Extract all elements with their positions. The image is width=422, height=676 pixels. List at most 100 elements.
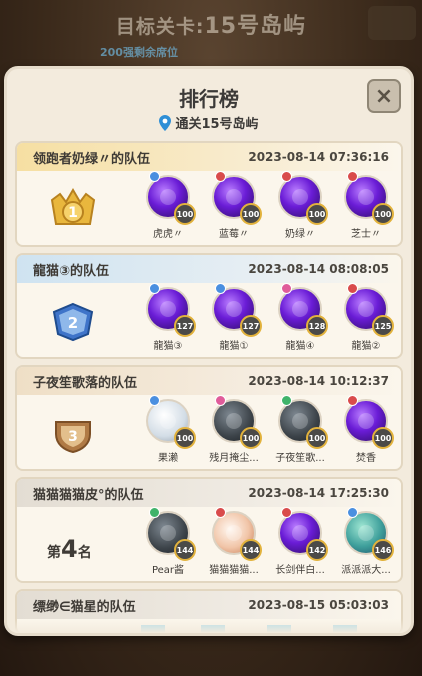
element-icon	[281, 395, 292, 406]
element-icon	[149, 395, 160, 406]
pet-name: 派派派大...	[341, 565, 391, 576]
level-badge: 127	[240, 315, 262, 337]
clear-time: 2023-08-14 07:36:16	[248, 150, 389, 164]
rank-3-bronze-badge-icon: 3	[45, 409, 101, 457]
leaderboard-dialog: 排行榜 通关15号岛屿 × 领跑者奶绿〃的队伍 2023-08-14 07:36…	[4, 66, 414, 636]
pet-slot[interactable]: 100 奶绿〃	[267, 171, 333, 240]
rank-1-gold-badge-icon: 1	[45, 185, 101, 233]
element-icon	[149, 507, 160, 518]
pet-slot[interactable]: 100 焚香	[333, 395, 399, 464]
element-icon	[281, 171, 292, 182]
pet-name: 龍猫④	[285, 341, 315, 352]
pet-name: 芝士〃	[351, 229, 381, 240]
dialog-title: 排行榜	[179, 87, 239, 111]
dialog-subtitle: 通关15号岛屿	[7, 113, 411, 132]
dialog-header: 排行榜 通关15号岛屿 ×	[7, 69, 411, 141]
clear-time: 2023-08-14 08:08:05	[248, 262, 389, 276]
team-card-rank-4[interactable]: 猫猫猫猫皮°的队伍 2023-08-14 17:25:30 第4名 144 Pe…	[15, 477, 403, 583]
team-card-header: 缥缈∈猫星的队伍 2023-08-15 05:03:03	[17, 591, 401, 619]
pet-slot[interactable]: 144 猫猫猫猫...	[201, 507, 267, 576]
close-icon: ×	[374, 83, 394, 109]
element-icon	[149, 171, 160, 182]
pet-slot[interactable]: 125 龍猫②	[333, 283, 399, 352]
rank-number: 1	[68, 205, 78, 221]
pet-name: 子夜笙歌...	[275, 453, 325, 464]
level-badge: 128	[306, 315, 328, 337]
level-badge: 100	[306, 427, 328, 449]
rank-suffix: 名	[77, 545, 92, 561]
pet-lineup: 127 龍猫③ 127 龍猫① 128 龍猫④ 125 龍猫②	[135, 283, 399, 352]
level-badge: 100	[240, 203, 262, 225]
level-badge: 127	[174, 315, 196, 337]
pet-slot[interactable]: 146 派派派大...	[333, 507, 399, 576]
pet-slot[interactable]: 127 龍猫③	[135, 283, 201, 352]
pet-slot[interactable]: 128 龍猫④	[267, 283, 333, 352]
target-label: 目标关卡:	[115, 16, 205, 38]
level-badge: 100	[240, 427, 262, 449]
pet-slot[interactable]: 100 子夜笙歌...	[267, 395, 333, 464]
pet-name: 龍猫①	[219, 341, 249, 352]
team-card-header: 龍猫③的队伍 2023-08-14 08:08:05	[17, 255, 401, 283]
pet-slot[interactable]: 100 虎虎〃	[135, 171, 201, 240]
clear-time: 2023-08-15 05:03:03	[248, 598, 389, 612]
team-name: 龍猫③的队伍	[33, 263, 110, 279]
level-badge: 100	[372, 203, 394, 225]
element-icon	[347, 283, 358, 294]
element-icon	[215, 171, 226, 182]
rank-prefix: 第	[47, 545, 61, 561]
rank-number: 3	[68, 429, 78, 445]
pet-name: Pear酱	[151, 565, 185, 576]
element-icon	[281, 507, 292, 518]
element-icon	[347, 171, 358, 182]
clear-time: 2023-08-14 17:25:30	[248, 486, 389, 500]
pet-lineup: 100 果濑 100 残月掩尘... 100 子夜笙歌... 100 焚香	[135, 395, 399, 464]
pet-name: 龍猫③	[153, 341, 183, 352]
element-icon	[215, 395, 226, 406]
background-target-title: 目标关卡:15号岛屿	[0, 8, 422, 40]
pet-slot[interactable]: 100 残月掩尘...	[201, 395, 267, 464]
pet-slot[interactable]: 142 长剑伴白...	[267, 507, 333, 576]
pet-name: 果濑	[158, 453, 178, 464]
rank-2-silver-badge-icon: 2	[45, 297, 101, 345]
pet-name: 残月掩尘...	[209, 453, 259, 464]
level-badge: 146	[372, 539, 394, 561]
rank-number: 2	[68, 314, 78, 332]
leaderboard-list[interactable]: 领跑者奶绿〃的队伍 2023-08-14 07:36:16 1 100 虎虎〃	[15, 141, 403, 633]
team-card-header: 领跑者奶绿〃的队伍 2023-08-14 07:36:16	[17, 143, 401, 171]
rank-number: 4	[61, 535, 78, 563]
pet-slot[interactable]: 127 龍猫①	[201, 283, 267, 352]
subtitle-text: 通关15号岛屿	[175, 117, 259, 132]
element-icon	[347, 395, 358, 406]
corner-widget	[368, 6, 416, 40]
level-badge: 100	[372, 427, 394, 449]
pet-slot[interactable]: 100 蓝莓〃	[201, 171, 267, 240]
pet-name: 焚香	[356, 453, 376, 464]
team-name: 缥缈∈猫星的队伍	[33, 599, 136, 615]
element-icon	[347, 507, 358, 518]
level-badge: 125	[372, 315, 394, 337]
pet-lineup: 144 Pear酱 144 猫猫猫猫... 142 长剑伴白... 146 派派…	[135, 507, 399, 576]
pet-slot[interactable]: 100 芝士〃	[333, 171, 399, 240]
team-card-rank-2[interactable]: 龍猫③的队伍 2023-08-14 08:08:05 2 127 龍猫③ 127…	[15, 253, 403, 359]
close-button[interactable]: ×	[367, 79, 401, 113]
team-card-header: 猫猫猫猫皮°的队伍 2023-08-14 17:25:30	[17, 479, 401, 507]
element-icon	[149, 283, 160, 294]
rank-label: 第4名	[47, 535, 92, 563]
team-card-rank-1[interactable]: 领跑者奶绿〃的队伍 2023-08-14 07:36:16 1 100 虎虎〃	[15, 141, 403, 247]
level-badge: 144	[240, 539, 262, 561]
team-name: 领跑者奶绿〃的队伍	[33, 151, 151, 167]
pet-slot[interactable]: 144 Pear酱	[135, 507, 201, 576]
pet-name: 蓝莓〃	[219, 229, 249, 240]
level-badge: 100	[306, 203, 328, 225]
level-badge: 100	[174, 203, 196, 225]
element-icon	[281, 283, 292, 294]
element-icon	[215, 283, 226, 294]
location-pin-icon	[159, 115, 172, 131]
pet-name: 奶绿〃	[285, 229, 315, 240]
team-name: 子夜笙歌落的队伍	[33, 375, 138, 391]
target-value: 15号岛屿	[204, 14, 307, 39]
level-badge: 144	[174, 539, 196, 561]
team-card-rank-3[interactable]: 子夜笙歌落的队伍 2023-08-14 10:12:37 3 100 果濑 10…	[15, 365, 403, 471]
pet-slot[interactable]: 100 果濑	[135, 395, 201, 464]
level-badge: 142	[306, 539, 328, 561]
